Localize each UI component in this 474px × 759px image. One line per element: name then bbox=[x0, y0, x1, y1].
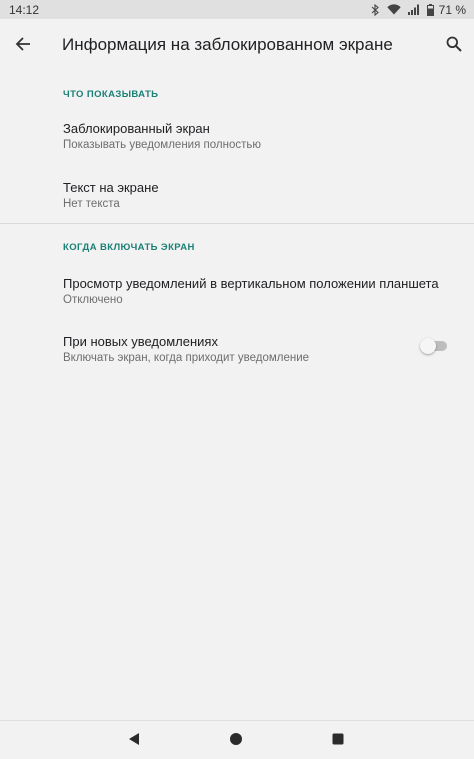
status-bar: 14:12 71 % bbox=[0, 0, 474, 19]
app-bar: Информация на заблокированном экране bbox=[0, 19, 474, 71]
pref-title: Заблокированный экран bbox=[63, 121, 210, 136]
section-header-what-to-show: ЧТО ПОКАЗЫВАТЬ bbox=[63, 89, 159, 100]
section-divider bbox=[0, 223, 474, 224]
pref-lock-screen[interactable]: Заблокированный экран Показывать уведомл… bbox=[0, 121, 474, 161]
pref-summary: Отключено bbox=[63, 294, 123, 306]
nav-back-button[interactable] bbox=[126, 731, 142, 752]
pref-lift-to-check[interactable]: Просмотр уведомлений в вертикальном поло… bbox=[0, 276, 474, 316]
pref-summary: Показывать уведомления полностью bbox=[63, 139, 261, 151]
battery-icon bbox=[426, 3, 434, 16]
back-button[interactable] bbox=[10, 31, 36, 57]
navigation-bar bbox=[0, 720, 474, 759]
new-notifications-switch[interactable] bbox=[420, 338, 448, 354]
nav-home-button[interactable] bbox=[229, 732, 243, 751]
pref-title: При новых уведомлениях bbox=[63, 334, 218, 349]
back-triangle-icon bbox=[129, 733, 139, 745]
signal-icon bbox=[407, 4, 419, 15]
nav-recents-button[interactable] bbox=[331, 732, 345, 751]
search-button[interactable] bbox=[442, 32, 466, 56]
wifi-icon bbox=[386, 4, 401, 15]
status-time: 14:12 bbox=[9, 2, 40, 17]
arrow-back-icon bbox=[15, 37, 30, 51]
battery-percent: 71 % bbox=[438, 2, 466, 17]
page-title: Информация на заблокированном экране bbox=[62, 35, 393, 54]
section-header-when-to-wake: КОГДА ВКЛЮЧАТЬ ЭКРАН bbox=[63, 242, 195, 253]
pref-screen-text[interactable]: Текст на экране Нет текста bbox=[0, 180, 474, 220]
pref-summary: Нет текста bbox=[63, 198, 120, 210]
pref-summary: Включать экран, когда приходит уведомлен… bbox=[63, 352, 310, 364]
recents-square-icon bbox=[332, 733, 344, 745]
pref-title: Текст на экране bbox=[63, 180, 159, 195]
home-circle-icon bbox=[230, 733, 242, 745]
pref-title: Просмотр уведомлений в вертикальном поло… bbox=[63, 276, 439, 291]
search-icon bbox=[446, 36, 462, 52]
switch-thumb bbox=[420, 338, 436, 354]
pref-new-notifications[interactable]: При новых уведомлениях Включать экран, к… bbox=[0, 334, 474, 374]
bluetooth-icon bbox=[371, 3, 379, 16]
status-icons: 71 % bbox=[371, 3, 466, 17]
